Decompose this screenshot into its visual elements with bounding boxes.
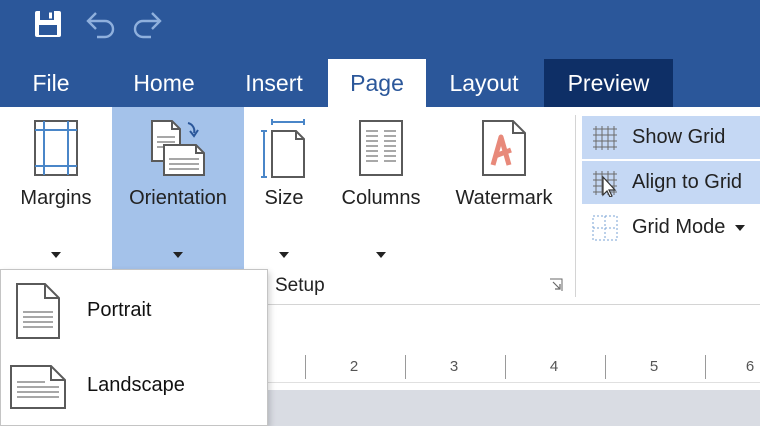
ruler-number: 6 <box>745 358 755 375</box>
ruler-tick <box>405 355 406 379</box>
chevron-down-icon <box>51 252 61 258</box>
group-label-setup: Setup <box>275 275 325 296</box>
chevron-down-icon <box>376 252 386 258</box>
tab-home[interactable]: Home <box>114 59 214 107</box>
grid-mode-dropdown[interactable]: Grid Mode <box>582 206 760 249</box>
ruler-number: 4 <box>549 358 559 375</box>
group-separator <box>575 115 576 297</box>
ruler-number: 3 <box>449 358 459 375</box>
margins-label: Margins <box>20 187 92 209</box>
grid-icon <box>590 123 620 153</box>
size-icon <box>260 119 308 184</box>
grid-mode-icon <box>590 213 620 243</box>
columns-button[interactable]: Columns <box>330 107 432 270</box>
menu-item-landscape[interactable]: Landscape <box>1 348 267 424</box>
undo-icon[interactable] <box>80 6 120 42</box>
ruler-tick <box>305 355 306 379</box>
ruler-tick <box>505 355 506 379</box>
ruler-number: 5 <box>649 358 659 375</box>
orientation-button[interactable]: Orientation <box>112 107 244 270</box>
dialog-launcher-icon[interactable] <box>549 278 563 292</box>
tab-layout[interactable]: Layout <box>432 59 536 107</box>
align-grid-icon <box>590 168 620 198</box>
watermark-label: Watermark <box>455 187 553 209</box>
tab-page[interactable]: Page <box>328 59 426 107</box>
menu-item-portrait[interactable]: Portrait <box>1 272 267 348</box>
chevron-down-icon <box>173 252 183 258</box>
columns-icon <box>358 119 404 182</box>
orientation-icon <box>148 117 208 182</box>
orientation-label: Orientation <box>129 187 227 209</box>
margins-icon <box>33 119 79 182</box>
tab-insert[interactable]: Insert <box>228 59 320 107</box>
show-grid-label: Show Grid <box>632 126 726 148</box>
ruler-tick <box>605 355 606 379</box>
ruler-tick <box>705 355 706 379</box>
save-icon[interactable] <box>28 6 68 42</box>
margins-button[interactable]: Margins <box>0 107 112 270</box>
tab-preview[interactable]: Preview <box>544 59 673 107</box>
show-grid-toggle[interactable]: Show Grid <box>582 116 760 159</box>
landscape-label: Landscape <box>87 374 185 396</box>
size-button[interactable]: Size <box>250 107 318 270</box>
landscape-page-icon <box>9 364 67 415</box>
align-to-grid-toggle[interactable]: Align to Grid <box>582 161 760 204</box>
portrait-page-icon <box>15 282 61 345</box>
size-label: Size <box>264 187 304 209</box>
watermark-icon <box>481 119 527 182</box>
portrait-label: Portrait <box>87 299 152 321</box>
title-bar <box>0 0 760 59</box>
watermark-button[interactable]: Watermark <box>444 107 564 217</box>
align-to-grid-label: Align to Grid <box>632 171 743 193</box>
ribbon-tabs: File Home Insert Page Layout Preview <box>0 59 760 107</box>
chevron-down-icon <box>279 252 289 258</box>
grid-mode-label: Grid Mode <box>632 216 726 238</box>
chevron-down-icon <box>735 224 746 231</box>
redo-icon[interactable] <box>128 6 168 42</box>
columns-label: Columns <box>341 187 421 209</box>
ruler-number: 2 <box>349 358 359 375</box>
orientation-menu: Portrait Landscape <box>0 269 268 426</box>
tab-file[interactable]: File <box>18 59 84 107</box>
